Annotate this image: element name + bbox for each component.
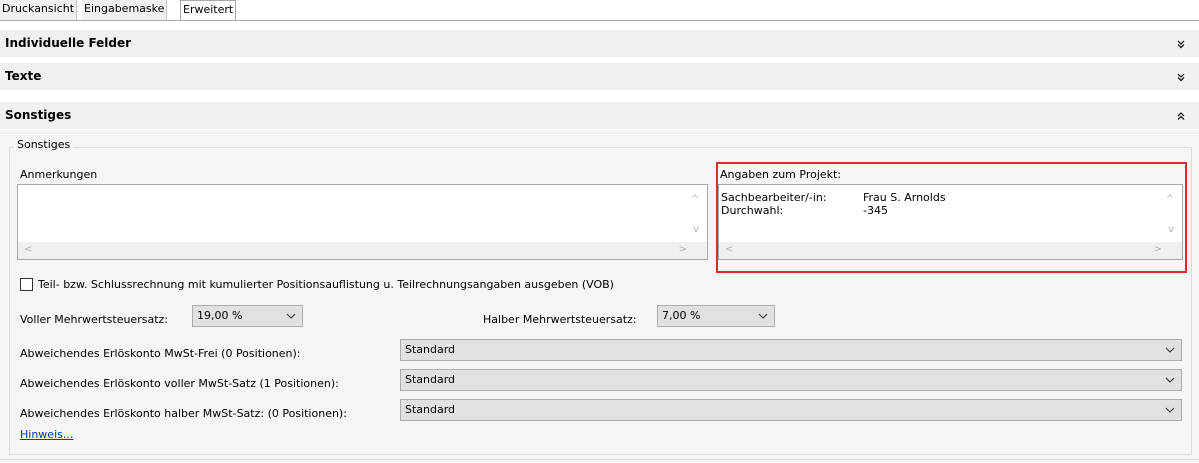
erloeskonto-voll-label: Abweichendes Erlöskonto voller MwSt-Satz… [20,377,339,390]
scroll-left-icon[interactable]: < [24,245,32,255]
erloeskonto-frei-label: Abweichendes Erlöskonto MwSt-Frei (0 Pos… [20,347,301,360]
halber-mwst-value: 7,00 % [662,309,701,322]
anmerkungen-textarea[interactable]: ^ v < > [17,184,708,260]
erloeskonto-halb-select[interactable]: Standard [400,399,1182,421]
chevron-down-icon [1165,370,1175,390]
erloeskonto-halb-value: Standard [405,403,456,416]
erloeskonto-frei-value: Standard [405,343,456,356]
tab-eingabemaske[interactable]: Eingabemaske [82,0,168,20]
voller-mwst-select[interactable]: 19,00 % [192,305,303,327]
halber-mwst-label: Halber Mehrwertsteuersatz: [483,313,637,326]
section-title: Sonstiges [5,108,72,122]
scroll-up-icon[interactable]: ^ [691,195,699,205]
bottom-divider [0,459,1199,460]
tab-divider [0,20,1199,21]
tab-erweitert[interactable]: Erweitert [180,0,237,21]
section-title: Texte [5,69,42,83]
scroll-down-icon[interactable]: v [693,225,699,235]
erloeskonto-voll-value: Standard [405,373,456,386]
chevron-double-up-icon[interactable] [1175,102,1187,129]
chevron-down-icon [286,306,296,326]
chevron-double-down-icon[interactable] [1175,63,1187,90]
chevron-double-down-icon[interactable] [1175,30,1187,57]
tab-druckansicht[interactable]: Druckansicht [0,0,78,20]
voller-mwst-label: Voller Mehrwertsteuersatz: [20,313,168,326]
groupbox-title: Sonstiges [14,138,74,152]
horizontal-scrollbar[interactable]: < > [18,242,707,259]
section-individuelle-felder[interactable]: Individuelle Felder [0,30,1199,57]
scroll-right-icon[interactable]: > [679,245,687,255]
hinweis-link[interactable]: Hinweis... [20,428,73,441]
erloeskonto-frei-select[interactable]: Standard [400,339,1182,361]
vob-checkbox-label[interactable]: Teil- bzw. Schlussrechnung mit kumuliert… [38,278,614,292]
chevron-down-icon [1165,340,1175,360]
erloeskonto-voll-select[interactable]: Standard [400,369,1182,391]
vob-checkbox[interactable] [20,278,33,291]
section-title: Individuelle Felder [5,36,132,50]
section-sonstiges[interactable]: Sonstiges [0,102,1199,129]
anmerkungen-label: Anmerkungen [20,168,98,181]
section-texte[interactable]: Texte [0,63,1199,90]
voller-mwst-value: 19,00 % [197,309,243,322]
halber-mwst-select[interactable]: 7,00 % [657,305,775,327]
erloeskonto-halb-label: Abweichendes Erlöskonto halber MwSt-Satz… [20,407,347,420]
highlight-box [716,162,1187,273]
chevron-down-icon [1165,400,1175,420]
chevron-down-icon [758,306,768,326]
